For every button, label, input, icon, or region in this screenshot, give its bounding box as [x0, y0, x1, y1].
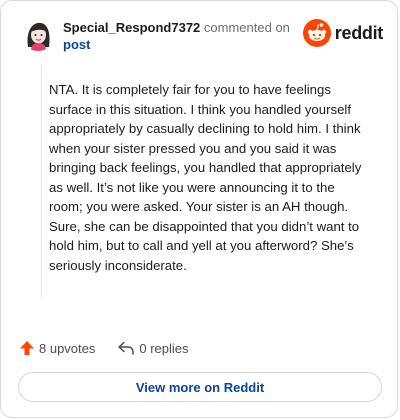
comment-meta: Special_Respond7372 commented on post [63, 19, 303, 53]
comment-actions: 8 upvotes 0 replies [19, 337, 189, 359]
reddit-snoo-icon [302, 19, 331, 47]
upvote-arrow-icon [20, 341, 34, 355]
embedded-comment-card: Special_Respond7372 commented on post re… [0, 0, 398, 418]
reddit-wordmark: reddit [334, 22, 384, 43]
reddit-logo[interactable]: reddit [302, 19, 384, 47]
user-avatar[interactable] [21, 17, 55, 51]
comment-header: Special_Respond7372 commented on post re… [15, 13, 383, 57]
view-more-button[interactable]: View more on Reddit [18, 372, 382, 402]
commented-on-text: commented on [203, 20, 290, 35]
upvote-count: 8 upvotes [39, 340, 96, 356]
username-link[interactable]: Special_Respond7372 [63, 20, 200, 35]
post-link[interactable]: post [63, 36, 303, 53]
comment-body: NTA. It is completely fair for you to ha… [49, 82, 362, 273]
thread-line [41, 65, 42, 297]
upvote-button[interactable]: 8 upvotes [19, 340, 95, 356]
reply-arrow-icon [118, 341, 135, 355]
reply-count: 0 replies [139, 340, 189, 356]
avatar-illustration-icon [21, 17, 55, 51]
reply-button[interactable]: 0 replies [117, 340, 189, 356]
meta-line: Special_Respond7372 commented on [63, 19, 303, 36]
